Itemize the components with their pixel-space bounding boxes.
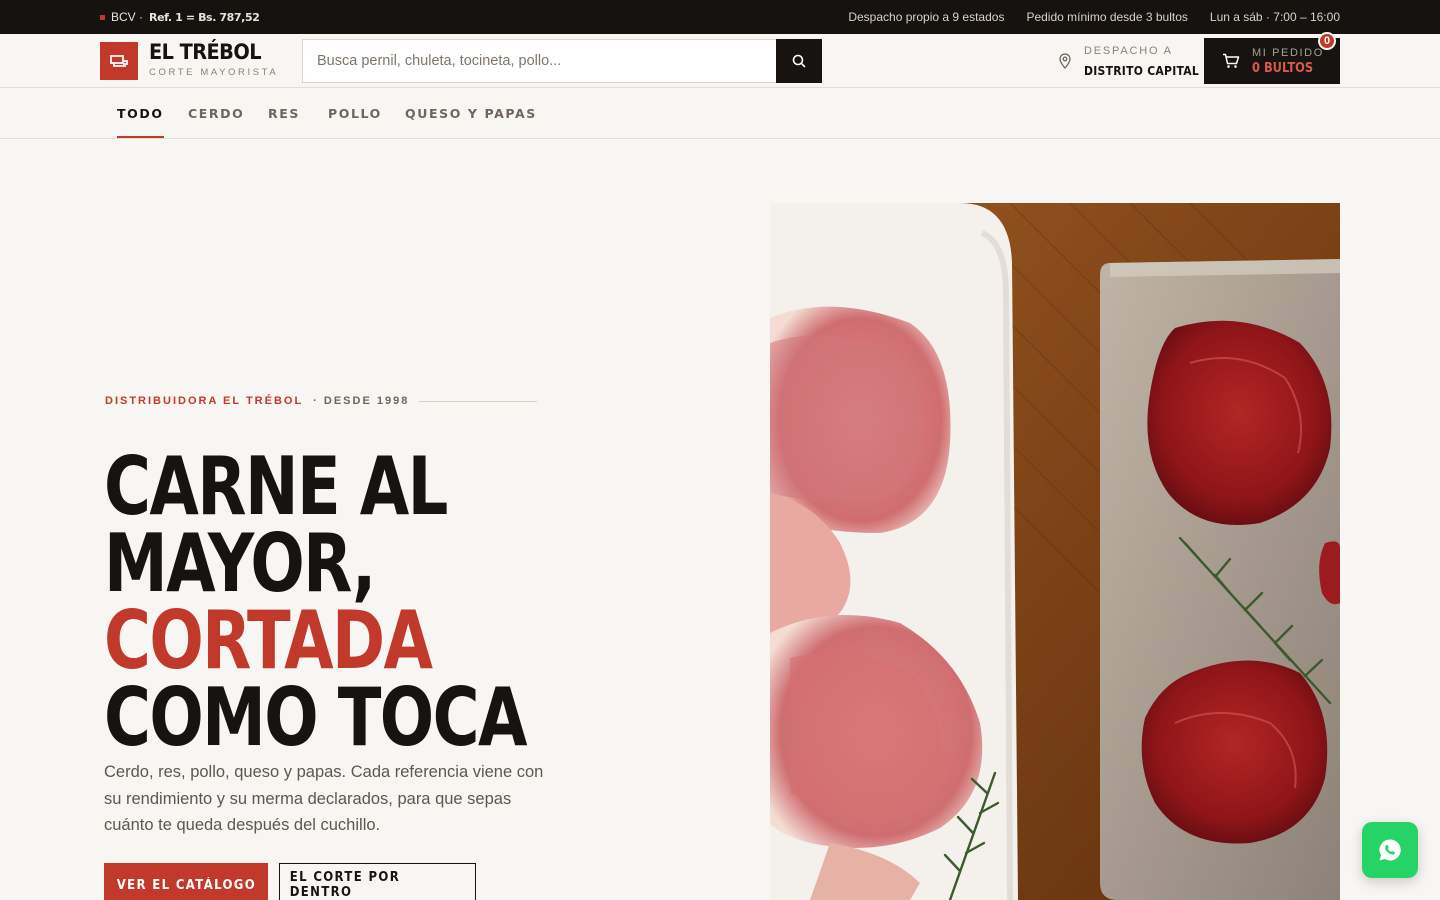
- whatsapp-icon: [1379, 839, 1401, 861]
- search-input[interactable]: [303, 40, 776, 82]
- cart-badge: 0: [1318, 32, 1336, 50]
- cart-icon: [1223, 53, 1240, 68]
- rate-value: Ref. 1 = Bs. 787,52: [149, 10, 260, 24]
- hero-description: Cerdo, res, pollo, queso y papas. Cada r…: [104, 763, 544, 834]
- rate-indicator-dot: [100, 14, 105, 20]
- exchange-rate: BCV · Ref. 1 = Bs. 787,52: [100, 0, 260, 34]
- brand-tagline: CORTE MAYORISTA: [149, 67, 279, 78]
- hours-info: Lun a sáb · 7:00 – 16:00: [1209, 10, 1340, 24]
- tab-queso-y-papas[interactable]: QUESO Y PAPAS: [405, 88, 537, 138]
- cart-count-text: 0 BULTOS: [1252, 60, 1314, 76]
- cart-label: MI PEDIDO: [1252, 46, 1324, 59]
- eyebrow-brand: DISTRIBUIDORA EL TRÉBOL: [105, 395, 304, 407]
- category-nav: TODO CERDO RES POLLO QUESO Y PAPAS: [0, 88, 1440, 139]
- headline-line-4: COMO TOCA: [104, 671, 528, 764]
- whatsapp-chat-button[interactable]: [1362, 822, 1418, 878]
- shipping-label: DESPACHO A: [1084, 44, 1173, 57]
- eyebrow-since: · DESDE 1998: [313, 395, 410, 407]
- search-bar: [302, 39, 822, 83]
- tab-todo[interactable]: TODO: [117, 88, 164, 138]
- cleaver-icon: [110, 55, 128, 67]
- inside-cut-label: EL CORTE POR DENTRO: [289, 870, 401, 900]
- shipping-selector[interactable]: DESPACHO A DISTRITO CAPITAL: [1058, 34, 1212, 88]
- topbar-info: Despacho propio a 9 estados Pedido mínim…: [848, 0, 1340, 34]
- tab-cerdo[interactable]: CERDO: [188, 88, 244, 138]
- search-icon: [792, 54, 806, 68]
- top-bar: BCV · Ref. 1 = Bs. 787,52 Despacho propi…: [0, 0, 1440, 34]
- view-catalog-button[interactable]: VER EL CATÁLOGO: [104, 863, 268, 900]
- hero-image-meat-cuts: [770, 203, 1340, 900]
- headline-line-2: MAYOR,: [104, 517, 376, 610]
- cart-button[interactable]: MI PEDIDO 0 BULTOS 0: [1204, 32, 1340, 84]
- shipping-region: DISTRITO CAPITAL: [1084, 63, 1200, 78]
- tab-pollo[interactable]: POLLO: [328, 88, 382, 138]
- search-button[interactable]: [776, 39, 822, 83]
- brand-name[interactable]: EL TRÉBOL: [149, 40, 262, 64]
- hero-headline: CARNE AL MAYOR, CORTADA COMO TOCA: [104, 440, 528, 764]
- meat-cuts-illustration: [770, 203, 1340, 900]
- eyebrow-divider: [419, 400, 538, 402]
- shipping-info: Despacho propio a 9 estados: [848, 10, 1005, 24]
- map-pin-icon: [1059, 53, 1071, 69]
- minimum-order-info: Pedido mínimo desde 3 bultos: [1026, 10, 1188, 24]
- headline-line-1: CARNE AL: [104, 440, 448, 533]
- site-header: EL TRÉBOL CORTE MAYORISTA DESPACHO A DIS…: [0, 32, 1440, 88]
- rate-label: BCV ·: [111, 10, 144, 24]
- headline-line-3: CORTADA: [104, 594, 433, 687]
- hero-eyebrow: DISTRIBUIDORA EL TRÉBOL · DESDE 1998: [105, 395, 538, 407]
- view-catalog-label: VER EL CATÁLOGO: [116, 877, 256, 893]
- inside-cut-button[interactable]: EL CORTE POR DENTRO: [279, 863, 476, 900]
- tab-res[interactable]: RES: [268, 88, 300, 138]
- logo[interactable]: [100, 42, 138, 80]
